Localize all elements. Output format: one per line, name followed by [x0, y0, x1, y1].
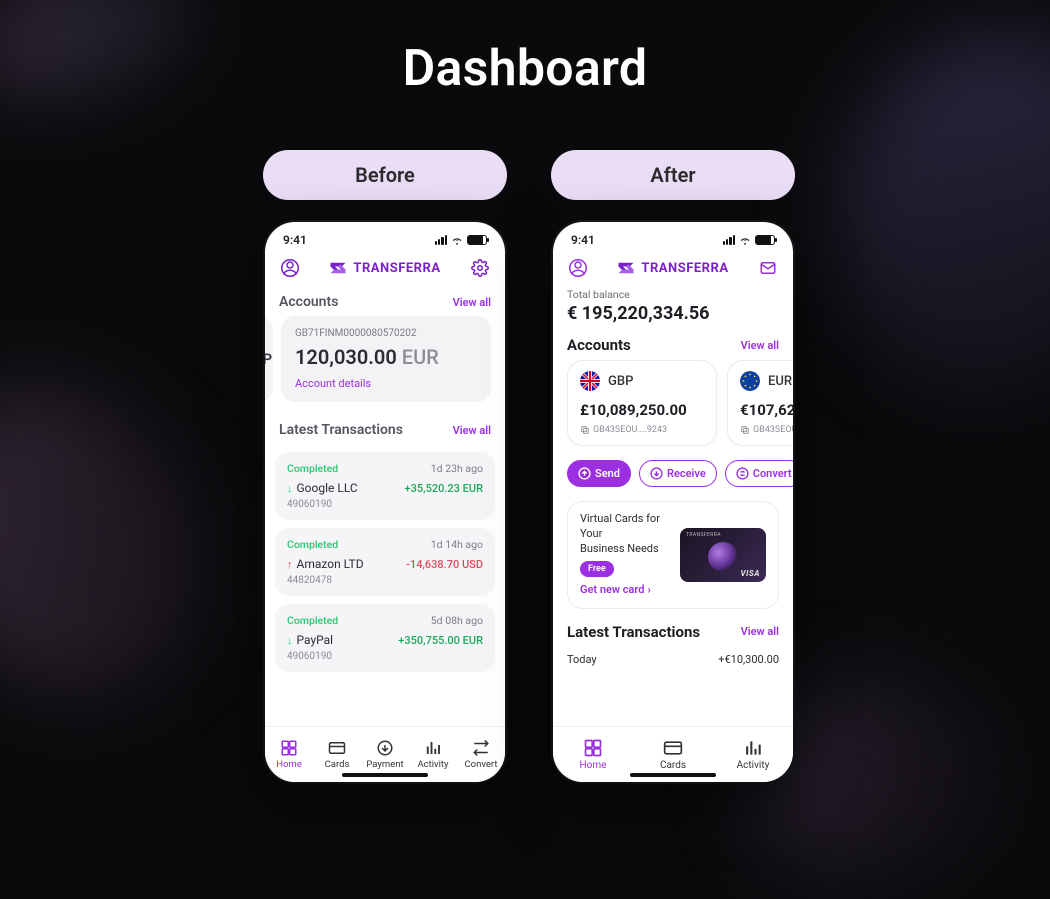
- account-balance: £10,089,250.00: [580, 401, 704, 419]
- tx-status: Completed: [287, 462, 338, 475]
- status-bar: 9:41: [553, 222, 793, 252]
- wifi-icon: [739, 236, 751, 245]
- account-iban: GB43SEOU....9243: [580, 425, 704, 435]
- nav-home[interactable]: Home: [265, 727, 313, 782]
- home-indicator: [630, 773, 716, 777]
- profile-icon[interactable]: [279, 257, 301, 279]
- total-balance-label: Total balance: [553, 284, 793, 301]
- brand-logo: TRANSFERRA: [329, 261, 440, 276]
- nav-activity[interactable]: Activity: [713, 727, 793, 782]
- account-card-prev[interactable]: BP: [265, 316, 273, 402]
- tx-ref: 44820478: [287, 575, 483, 586]
- cell-signal-icon: [435, 235, 447, 245]
- virtual-card-image: TRANSFERRA VISA: [680, 528, 766, 582]
- flag-gb-icon: [580, 371, 600, 391]
- convert-button[interactable]: Convert: [725, 460, 793, 487]
- tx-ago: 1d 23h ago: [431, 462, 483, 475]
- page-title: Dashboard: [0, 40, 1050, 98]
- total-balance-amount: € 195,220,334.56: [553, 301, 793, 328]
- account-card-gbp[interactable]: GBP £10,089,250.00 GB43SEOU....9243: [567, 360, 717, 446]
- account-iban: GB71FINM0000080570202: [295, 328, 477, 339]
- brand-logo: TRANSFERRA: [617, 261, 728, 276]
- send-button[interactable]: Send: [567, 460, 631, 487]
- tx-ref: 49060190: [287, 651, 483, 662]
- profile-icon[interactable]: [567, 257, 589, 279]
- account-card-eur[interactable]: EUR €107,620 GB43SEOU..: [727, 360, 793, 446]
- tx-amount: -14,638.70 USD: [406, 558, 483, 571]
- tx-payee: Amazon LTD: [297, 557, 364, 571]
- account-details-link[interactable]: Account details: [295, 377, 477, 390]
- transactions-view-all[interactable]: View all: [453, 424, 491, 437]
- transaction-row[interactable]: Completed 1d 23h ago ↓ Google LLC +35,520.2…: [275, 452, 495, 520]
- nav-convert[interactable]: Convert: [457, 727, 505, 782]
- account-currency-code: GBP: [608, 374, 633, 389]
- tx-payee: Google LLC: [297, 481, 358, 495]
- phone-before: 9:41 TRANSFERRA Accounts View all BP GB7…: [265, 222, 505, 782]
- transactions-heading: Latest Transactions: [567, 623, 700, 641]
- phone-after: 9:41 TRANSFERRA Total balance € 195,220,…: [553, 222, 793, 782]
- tx-status: Completed: [287, 538, 338, 551]
- mail-icon[interactable]: [757, 257, 779, 279]
- status-time: 9:41: [283, 233, 307, 247]
- status-bar: 9:41: [265, 222, 505, 252]
- transaction-row[interactable]: Completed 1d 14h ago ↑ Amazon LTD -14,638.7…: [275, 528, 495, 596]
- label-after: After: [551, 150, 795, 200]
- tx-amount: +35,520.23 EUR: [405, 482, 483, 495]
- battery-icon: [467, 235, 487, 245]
- brand-bar: TRANSFERRA: [553, 252, 793, 284]
- label-before: Before: [263, 150, 507, 200]
- cell-signal-icon: [723, 235, 735, 245]
- status-time: 9:41: [571, 233, 595, 247]
- tx-ago: 1d 14h ago: [431, 538, 483, 551]
- today-label: Today: [567, 653, 597, 666]
- tx-ago: 5d 08h ago: [431, 614, 483, 627]
- tx-payee: PayPal: [297, 633, 334, 647]
- account-balance: 120,030.00 EUR: [295, 345, 477, 369]
- tx-status: Completed: [287, 614, 338, 627]
- wifi-icon: [451, 236, 463, 245]
- arrow-up-icon: ↑: [287, 558, 293, 571]
- account-balance: €107,620: [740, 401, 793, 419]
- tx-ref: 49060190: [287, 499, 483, 510]
- today-amount: +€10,300.00: [718, 653, 779, 666]
- nav-home[interactable]: Home: [553, 727, 633, 782]
- account-iban: GB43SEOU..: [740, 425, 793, 435]
- transaction-row[interactable]: Completed 5d 08h ago ↓ PayPal +350,755.00 E…: [275, 604, 495, 672]
- tx-amount: +350,755.00 EUR: [398, 634, 483, 647]
- transactions-view-all[interactable]: View all: [741, 625, 779, 638]
- bg-blob: [0, 340, 245, 740]
- promo-cta[interactable]: Get new card›: [580, 583, 670, 598]
- account-card[interactable]: GB71FINM0000080570202 120,030.00 EUR Acc…: [281, 316, 491, 402]
- promo-card[interactable]: Virtual Cards for YourBusiness Needs Fre…: [567, 501, 779, 609]
- accounts-heading: Accounts: [279, 294, 338, 310]
- account-currency-code: EUR: [768, 374, 792, 389]
- home-indicator: [342, 773, 428, 777]
- chevron-right-icon: ›: [647, 583, 650, 598]
- settings-icon[interactable]: [469, 257, 491, 279]
- transactions-heading: Latest Transactions: [279, 422, 403, 438]
- promo-text: Virtual Cards for YourBusiness Needs: [580, 512, 670, 557]
- accounts-view-all[interactable]: View all: [741, 339, 779, 352]
- brand-bar: TRANSFERRA: [265, 252, 505, 284]
- flag-eu-icon: [740, 371, 760, 391]
- promo-badge: Free: [580, 561, 614, 577]
- accounts-heading: Accounts: [567, 336, 631, 354]
- accounts-view-all[interactable]: View all: [453, 296, 491, 309]
- arrow-down-icon: ↓: [287, 482, 293, 495]
- battery-icon: [755, 235, 775, 245]
- arrow-down-icon: ↓: [287, 634, 293, 647]
- receive-button[interactable]: Receive: [639, 460, 717, 487]
